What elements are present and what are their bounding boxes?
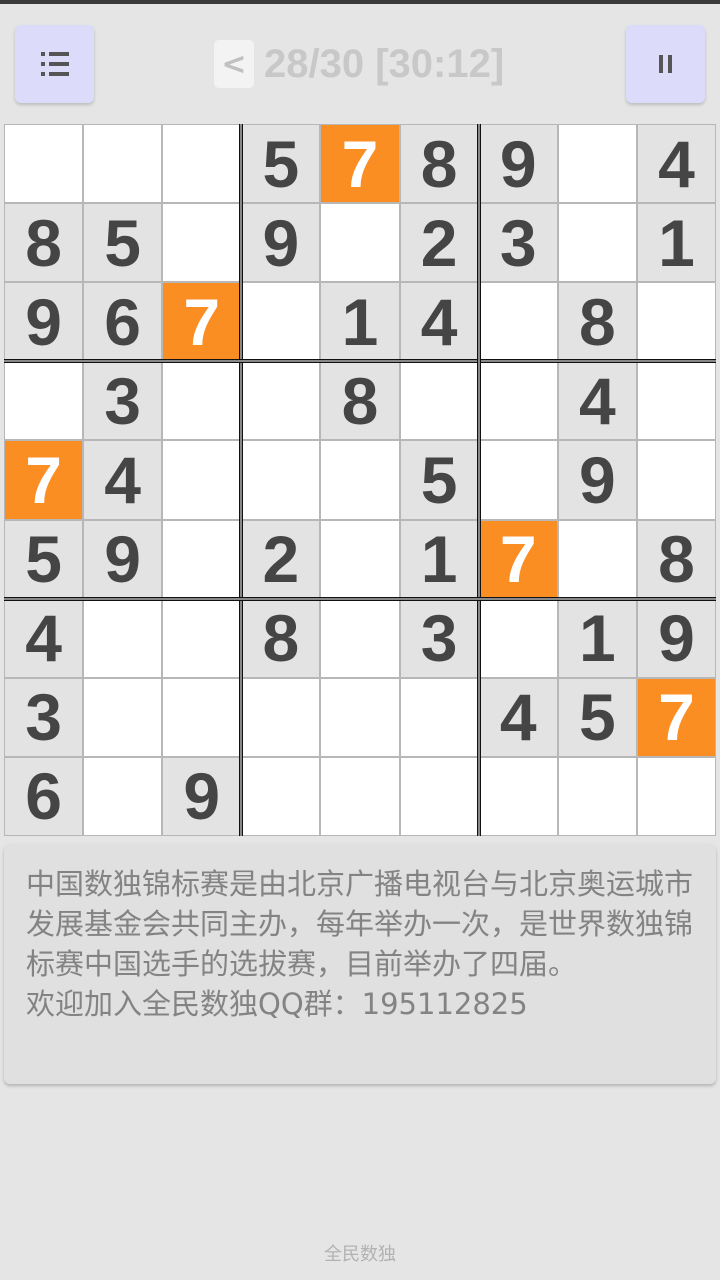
sudoku-cell-r3c2[interactable]: 6: [84, 283, 162, 361]
sudoku-cell-r4c8[interactable]: 4: [558, 362, 636, 440]
sudoku-cell-r6c4[interactable]: 2: [242, 520, 320, 598]
sudoku-cell-r7c4[interactable]: 8: [242, 599, 320, 677]
sudoku-cell-r5c2[interactable]: 4: [84, 441, 162, 519]
sudoku-cell-r9c2[interactable]: [84, 757, 162, 835]
sudoku-cell-r5c9[interactable]: [637, 441, 715, 519]
sudoku-cell-r9c9[interactable]: [637, 757, 715, 835]
qq-group-line: 欢迎加入全民数独QQ群：195112825: [26, 987, 528, 1021]
sudoku-cell-r1c1[interactable]: [5, 125, 83, 203]
sudoku-cell-r8c1[interactable]: 3: [5, 678, 83, 756]
sudoku-cell-r5c1[interactable]: 7: [5, 441, 83, 519]
sudoku-cell-r5c5[interactable]: [321, 441, 399, 519]
sudoku-cell-r8c9[interactable]: 7: [637, 678, 715, 756]
sudoku-cell-r4c4[interactable]: [242, 362, 320, 440]
info-panel: 中国数独锦标赛是由北京广播电视台与北京奥运城市发展基金会共同主办，每年举办一次，…: [4, 844, 716, 1084]
sudoku-cell-r8c3[interactable]: [163, 678, 241, 756]
sudoku-cell-r9c3[interactable]: 9: [163, 757, 241, 835]
sudoku-cell-r7c7[interactable]: [479, 599, 557, 677]
sudoku-cell-r2c5[interactable]: [321, 204, 399, 282]
sudoku-cell-r6c3[interactable]: [163, 520, 241, 598]
sudoku-cell-r4c1[interactable]: [5, 362, 83, 440]
sudoku-cell-r2c3[interactable]: [163, 204, 241, 282]
sudoku-cell-r7c9[interactable]: 9: [637, 599, 715, 677]
sudoku-cell-r1c3[interactable]: [163, 125, 241, 203]
sudoku-cell-r8c8[interactable]: 5: [558, 678, 636, 756]
info-paragraph: 中国数独锦标赛是由北京广播电视台与北京奥运城市发展基金会共同主办，每年举办一次，…: [26, 867, 694, 981]
sudoku-cell-r4c2[interactable]: 3: [84, 362, 162, 440]
sudoku-cell-r2c7[interactable]: 3: [479, 204, 557, 282]
sudoku-cell-r6c9[interactable]: 8: [637, 520, 715, 598]
sudoku-cell-r7c8[interactable]: 1: [558, 599, 636, 677]
sudoku-cell-r4c3[interactable]: [163, 362, 241, 440]
sudoku-cell-r6c8[interactable]: [558, 520, 636, 598]
menu-button[interactable]: [15, 25, 94, 103]
box-divider-horizontal: [4, 596, 716, 601]
puzzle-progress-timer: 28/30 [30:12]: [264, 41, 505, 86]
sudoku-cell-r4c9[interactable]: [637, 362, 715, 440]
sudoku-cell-r1c9[interactable]: 4: [637, 125, 715, 203]
sudoku-cell-r3c5[interactable]: 1: [321, 283, 399, 361]
sudoku-cell-r4c7[interactable]: [479, 362, 557, 440]
sudoku-cell-r3c7[interactable]: [479, 283, 557, 361]
sudoku-cell-r2c2[interactable]: 5: [84, 204, 162, 282]
sudoku-cell-r1c7[interactable]: 9: [479, 125, 557, 203]
box-divider-vertical: [239, 124, 244, 836]
sudoku-cell-r5c4[interactable]: [242, 441, 320, 519]
sudoku-cell-r2c4[interactable]: 9: [242, 204, 320, 282]
sudoku-cell-r8c5[interactable]: [321, 678, 399, 756]
sudoku-cell-r3c9[interactable]: [637, 283, 715, 361]
status-strip: [0, 0, 720, 4]
previous-puzzle-button[interactable]: <: [214, 40, 254, 88]
sudoku-cell-r6c6[interactable]: 1: [400, 520, 478, 598]
sudoku-cell-r7c1[interactable]: 4: [5, 599, 83, 677]
pause-icon: [659, 55, 672, 73]
sudoku-cell-r8c7[interactable]: 4: [479, 678, 557, 756]
sudoku-cell-r7c3[interactable]: [163, 599, 241, 677]
sudoku-cell-r9c1[interactable]: 6: [5, 757, 83, 835]
sudoku-cell-r9c6[interactable]: [400, 757, 478, 835]
sudoku-cell-r6c2[interactable]: 9: [84, 520, 162, 598]
sudoku-cell-r2c6[interactable]: 2: [400, 204, 478, 282]
sudoku-cell-r3c3[interactable]: 7: [163, 283, 241, 361]
puzzle-title: < 28/30 [30:12]: [214, 38, 504, 90]
sudoku-board: 5789485923196714838474595921784831934576…: [4, 124, 716, 836]
sudoku-cell-r8c6[interactable]: [400, 678, 478, 756]
sudoku-cell-r9c4[interactable]: [242, 757, 320, 835]
sudoku-cell-r3c6[interactable]: 4: [400, 283, 478, 361]
box-divider-vertical: [476, 124, 481, 836]
sudoku-cell-r5c3[interactable]: [163, 441, 241, 519]
sudoku-cell-r1c4[interactable]: 5: [242, 125, 320, 203]
sudoku-cell-r1c6[interactable]: 8: [400, 125, 478, 203]
sudoku-cell-r9c8[interactable]: [558, 757, 636, 835]
sudoku-cell-r3c1[interactable]: 9: [5, 283, 83, 361]
sudoku-cell-r4c5[interactable]: 8: [321, 362, 399, 440]
sudoku-cell-r2c9[interactable]: 1: [637, 204, 715, 282]
sudoku-cell-r7c6[interactable]: 3: [400, 599, 478, 677]
sudoku-cell-r3c8[interactable]: 8: [558, 283, 636, 361]
sudoku-cell-r6c7[interactable]: 7: [479, 520, 557, 598]
sudoku-cell-r5c6[interactable]: 5: [400, 441, 478, 519]
sudoku-cell-r2c8[interactable]: [558, 204, 636, 282]
sudoku-cell-r2c1[interactable]: 8: [5, 204, 83, 282]
sudoku-cell-r3c4[interactable]: [242, 283, 320, 361]
sudoku-cell-r6c5[interactable]: [321, 520, 399, 598]
sudoku-cell-r4c6[interactable]: [400, 362, 478, 440]
sudoku-cell-r5c7[interactable]: [479, 441, 557, 519]
pause-button[interactable]: [626, 25, 705, 103]
sudoku-cell-r9c5[interactable]: [321, 757, 399, 835]
footer-app-name: 全民数独: [324, 1244, 396, 1265]
sudoku-cell-r8c4[interactable]: [242, 678, 320, 756]
sudoku-cell-r1c5[interactable]: 7: [321, 125, 399, 203]
sudoku-cell-r9c7[interactable]: [479, 757, 557, 835]
box-divider-horizontal: [4, 359, 716, 364]
menu-list-icon: [40, 52, 69, 76]
sudoku-cell-r7c5[interactable]: [321, 599, 399, 677]
sudoku-cell-r7c2[interactable]: [84, 599, 162, 677]
sudoku-cell-r1c8[interactable]: [558, 125, 636, 203]
sudoku-cell-r5c8[interactable]: 9: [558, 441, 636, 519]
sudoku-cell-r6c1[interactable]: 5: [5, 520, 83, 598]
sudoku-cell-r8c2[interactable]: [84, 678, 162, 756]
sudoku-cell-r1c2[interactable]: [84, 125, 162, 203]
